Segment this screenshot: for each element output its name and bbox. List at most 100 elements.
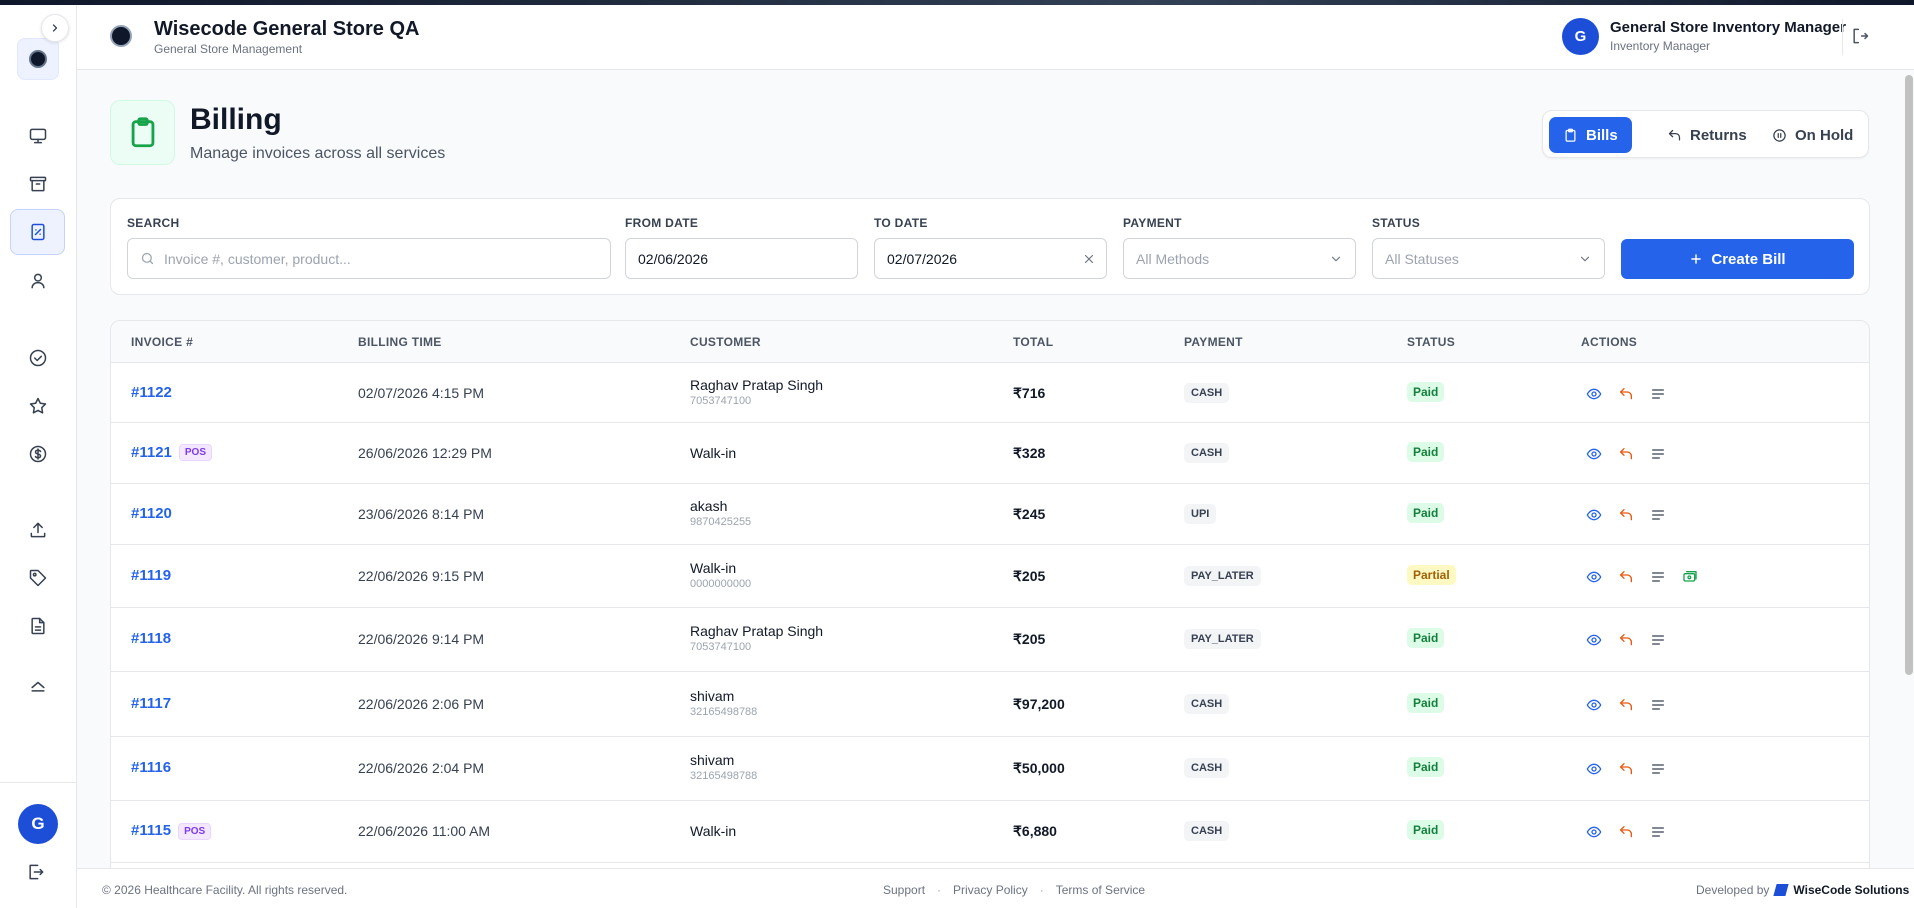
- table-row[interactable]: #1121 POS 26/06/2026 12:29 PM Walk-in ₹32…: [111, 423, 1869, 484]
- header-logout-button[interactable]: [1850, 26, 1874, 50]
- sidebar-item-reports[interactable]: [10, 603, 65, 649]
- from-date-field[interactable]: 02/06/2026: [625, 238, 858, 279]
- footer-link-terms[interactable]: Terms of Service: [1056, 883, 1145, 897]
- invoice-link[interactable]: #1119: [131, 567, 171, 584]
- invoice-cell: #1122: [131, 384, 172, 401]
- invoice-link[interactable]: #1121: [131, 444, 172, 461]
- chevron-down-icon: [1580, 256, 1590, 261]
- details-icon[interactable]: [1650, 824, 1666, 840]
- return-icon[interactable]: [1618, 824, 1634, 840]
- search-input[interactable]: Invoice #, customer, product...: [127, 238, 611, 279]
- sidebar-item-favorites[interactable]: [10, 383, 65, 429]
- details-icon[interactable]: [1650, 507, 1666, 523]
- store-subtitle: General Store Management: [154, 42, 303, 56]
- eye-icon[interactable]: [1586, 824, 1602, 840]
- status-select[interactable]: All Statuses: [1372, 238, 1605, 279]
- footer-copyright: © 2026 Healthcare Facility. All rights r…: [102, 883, 348, 897]
- status-badge: Paid: [1407, 692, 1445, 713]
- tab-bills[interactable]: Bills: [1549, 117, 1632, 153]
- user-avatar[interactable]: G: [1562, 18, 1599, 55]
- payment-cell: PAY_LATER: [1184, 629, 1261, 649]
- sidebar-toggle-button[interactable]: [41, 14, 69, 42]
- sidebar-item-tags[interactable]: [10, 555, 65, 601]
- details-icon[interactable]: [1650, 569, 1666, 585]
- clear-icon[interactable]: [1082, 252, 1096, 266]
- to-date-field[interactable]: 02/07/2026: [874, 238, 1107, 279]
- return-icon[interactable]: [1618, 446, 1634, 462]
- sidebar-item-customers[interactable]: [10, 258, 65, 304]
- sidebar-item-dashboard[interactable]: [10, 113, 65, 159]
- details-icon[interactable]: [1650, 697, 1666, 713]
- invoice-link[interactable]: #1117: [131, 695, 171, 712]
- table-row[interactable]: #1122 02/07/2026 4:15 PM Raghav Pratap S…: [111, 364, 1869, 423]
- invoice-link[interactable]: #1122: [131, 384, 172, 401]
- status-cell: Paid: [1407, 441, 1445, 462]
- sidebar-logo[interactable]: [17, 38, 59, 80]
- customer-cell: Raghav Pratap Singh 7053747100: [690, 377, 823, 407]
- status-cell: Paid: [1407, 820, 1445, 840]
- footer-developed-by: Developed by: [1696, 883, 1770, 897]
- details-icon[interactable]: [1650, 761, 1666, 777]
- sidebar-item-upload[interactable]: [10, 507, 65, 553]
- tab-bills-label: Bills: [1586, 126, 1618, 144]
- details-icon[interactable]: [1650, 446, 1666, 462]
- eye-icon[interactable]: [1586, 761, 1602, 777]
- status-filter-label: STATUS: [1372, 216, 1421, 230]
- eye-icon[interactable]: [1586, 632, 1602, 648]
- tab-returns[interactable]: Returns: [1653, 117, 1761, 153]
- details-icon[interactable]: [1650, 632, 1666, 648]
- invoice-link[interactable]: #1120: [131, 505, 172, 522]
- eye-icon[interactable]: [1586, 446, 1602, 462]
- return-icon[interactable]: [1618, 569, 1634, 585]
- sidebar-logout-button[interactable]: [26, 862, 50, 886]
- tab-on-hold[interactable]: On Hold: [1758, 117, 1867, 153]
- scrollbar-thumb[interactable]: [1905, 75, 1913, 675]
- table-row[interactable]: #1118 22/06/2026 9:14 PM Raghav Pratap S…: [111, 608, 1869, 672]
- create-bill-button[interactable]: Create Bill: [1621, 239, 1854, 279]
- footer-brand[interactable]: WiseCode Solutions: [1793, 883, 1909, 897]
- total-amount: ₹50,000: [1013, 760, 1065, 776]
- return-icon[interactable]: [1618, 697, 1634, 713]
- invoice-link[interactable]: #1115: [131, 822, 171, 839]
- user-icon: [30, 273, 45, 289]
- return-icon[interactable]: [1618, 386, 1634, 402]
- table-row[interactable]: #1116 22/06/2026 2:04 PM shivam 32165498…: [111, 737, 1869, 801]
- table-row[interactable]: #1119 22/06/2026 9:15 PM Walk-in 0000000…: [111, 545, 1869, 608]
- collect-payment-icon[interactable]: [1682, 569, 1698, 585]
- footer-link-privacy[interactable]: Privacy Policy: [953, 883, 1028, 897]
- customer-cell: shivam 32165498788: [690, 688, 757, 718]
- eye-icon[interactable]: [1586, 507, 1602, 523]
- sidebar-item-billing[interactable]: [10, 209, 65, 255]
- star-icon: [29, 397, 46, 414]
- table-row[interactable]: #1115 POS 22/06/2026 11:00 AM Walk-in ₹6,…: [111, 801, 1869, 863]
- return-icon[interactable]: [1618, 761, 1634, 777]
- table-row[interactable]: #1120 23/06/2026 8:14 PM akash 987042525…: [111, 484, 1869, 545]
- table-row[interactable]: #1117 22/06/2026 2:06 PM shivam 32165498…: [111, 672, 1869, 737]
- invoice-link[interactable]: #1116: [131, 759, 171, 776]
- page-title: Billing: [190, 103, 282, 136]
- customer-name: Raghav Pratap Singh: [690, 376, 824, 393]
- page-scrollbar[interactable]: [1905, 75, 1914, 675]
- upload-icon: [30, 522, 45, 538]
- row-actions: [1586, 697, 1666, 713]
- eye-icon[interactable]: [1586, 569, 1602, 585]
- customer-name: akash: [690, 497, 728, 514]
- sidebar-item-inventory[interactable]: [10, 161, 65, 207]
- return-icon[interactable]: [1618, 507, 1634, 523]
- eye-icon[interactable]: [1586, 697, 1602, 713]
- details-icon[interactable]: [1650, 386, 1666, 402]
- payment-badge: CASH: [1184, 693, 1230, 714]
- total-amount: ₹205: [1013, 631, 1046, 647]
- logout-icon: [29, 864, 44, 880]
- invoice-link[interactable]: #1118: [131, 630, 171, 647]
- footer-link-support[interactable]: Support: [883, 883, 925, 897]
- return-icon[interactable]: [1618, 632, 1634, 648]
- sidebar-item-more[interactable]: [10, 665, 65, 705]
- eye-icon[interactable]: [1586, 386, 1602, 402]
- sidebar-avatar[interactable]: G: [18, 804, 58, 844]
- customer-cell: Walk-in 0000000000: [690, 560, 751, 590]
- sidebar-item-approvals[interactable]: [10, 335, 65, 381]
- payment-select[interactable]: All Methods: [1123, 238, 1356, 279]
- customer-cell: Walk-in: [690, 823, 736, 839]
- sidebar-item-finance[interactable]: [10, 431, 65, 477]
